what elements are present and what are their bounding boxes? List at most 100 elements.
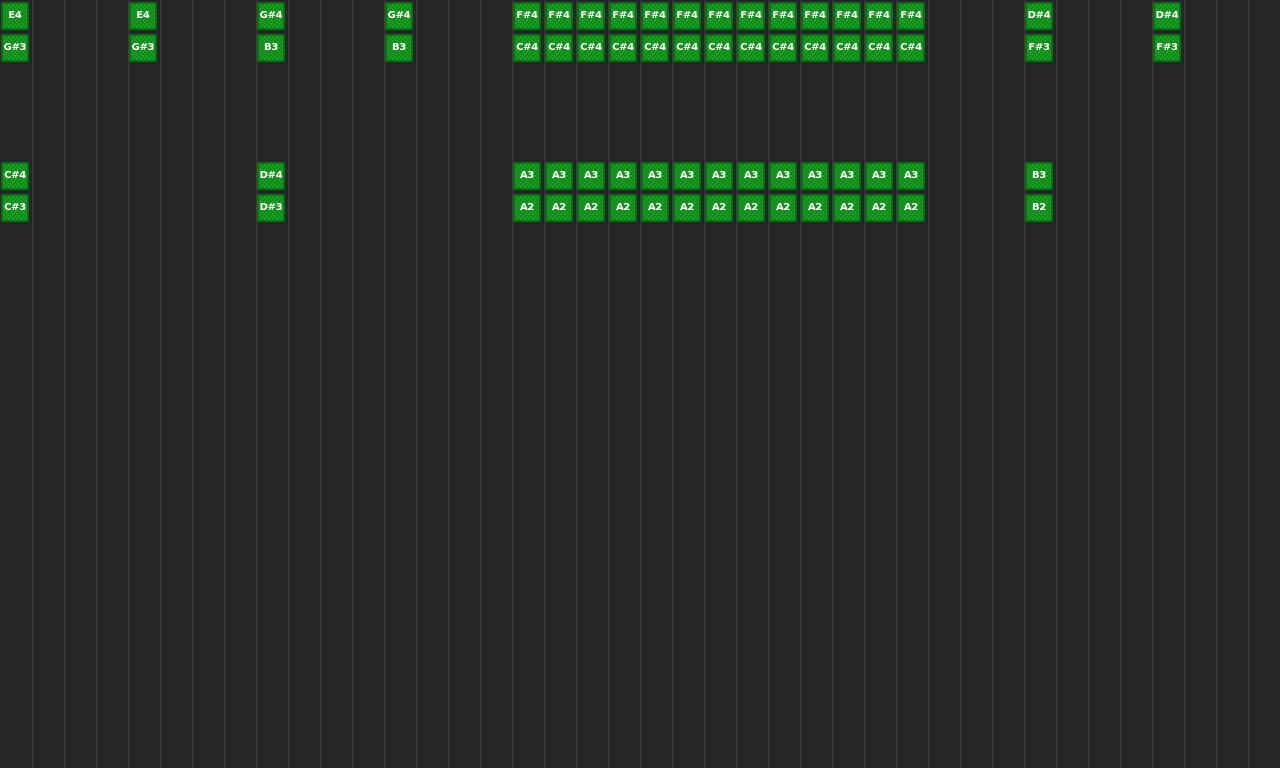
grid-column-line: [1152, 0, 1153, 768]
note-block[interactable]: C#3: [1, 194, 29, 222]
note-block[interactable]: G#3: [1, 34, 29, 62]
note-block[interactable]: A3: [609, 162, 637, 190]
note-block[interactable]: A2: [833, 194, 861, 222]
note-block[interactable]: C#4: [1, 162, 29, 190]
note-block[interactable]: F#4: [801, 2, 829, 30]
note-block[interactable]: F#4: [865, 2, 893, 30]
grid-column-line: [96, 0, 97, 768]
grid-column-line: [480, 0, 481, 768]
note-block[interactable]: A3: [705, 162, 733, 190]
note-block[interactable]: B2: [1025, 194, 1053, 222]
note-block[interactable]: C#4: [673, 34, 701, 62]
note-block[interactable]: D#4: [257, 162, 285, 190]
note-block[interactable]: A2: [577, 194, 605, 222]
note-block[interactable]: A2: [673, 194, 701, 222]
note-block[interactable]: A2: [769, 194, 797, 222]
note-block[interactable]: A2: [513, 194, 541, 222]
note-block[interactable]: A3: [769, 162, 797, 190]
grid-column-line: [1024, 0, 1025, 768]
note-block[interactable]: A3: [801, 162, 829, 190]
note-block[interactable]: G#4: [257, 2, 285, 30]
note-block[interactable]: F#3: [1153, 34, 1181, 62]
grid-column-line: [1184, 0, 1185, 768]
grid-column-line: [640, 0, 641, 768]
grid-column-line: [384, 0, 385, 768]
note-block[interactable]: A2: [897, 194, 925, 222]
note-block[interactable]: G#3: [129, 34, 157, 62]
note-block[interactable]: F#4: [769, 2, 797, 30]
grid-column-line: [1216, 0, 1217, 768]
note-block[interactable]: F#4: [897, 2, 925, 30]
note-block[interactable]: A3: [577, 162, 605, 190]
note-block[interactable]: G#4: [385, 2, 413, 30]
note-block[interactable]: B3: [385, 34, 413, 62]
note-block[interactable]: A2: [865, 194, 893, 222]
note-block[interactable]: E4: [129, 2, 157, 30]
note-block[interactable]: A3: [897, 162, 925, 190]
note-block[interactable]: B3: [257, 34, 285, 62]
grid-column-line: [896, 0, 897, 768]
grid-column-line: [1248, 0, 1249, 768]
note-block[interactable]: C#4: [513, 34, 541, 62]
note-block[interactable]: A2: [609, 194, 637, 222]
grid-column-line: [544, 0, 545, 768]
note-block[interactable]: A3: [833, 162, 861, 190]
grid-column-line: [32, 0, 33, 768]
note-block[interactable]: C#4: [897, 34, 925, 62]
grid-column-line: [192, 0, 193, 768]
note-block[interactable]: A2: [737, 194, 765, 222]
note-block[interactable]: A3: [513, 162, 541, 190]
note-block[interactable]: C#4: [769, 34, 797, 62]
grid-column-line: [608, 0, 609, 768]
note-block[interactable]: A2: [641, 194, 669, 222]
note-block[interactable]: C#4: [737, 34, 765, 62]
note-block[interactable]: C#4: [705, 34, 733, 62]
grid-column-line: [1056, 0, 1057, 768]
grid-column-line: [224, 0, 225, 768]
grid-column-line: [1120, 0, 1121, 768]
grid-column-line: [416, 0, 417, 768]
grid-column-line: [832, 0, 833, 768]
note-block[interactable]: F#4: [673, 2, 701, 30]
grid-column-line: [768, 0, 769, 768]
note-block[interactable]: A2: [545, 194, 573, 222]
note-block[interactable]: D#3: [257, 194, 285, 222]
note-block[interactable]: F#3: [1025, 34, 1053, 62]
note-block[interactable]: C#4: [545, 34, 573, 62]
grid-column-line: [864, 0, 865, 768]
note-block[interactable]: A2: [705, 194, 733, 222]
note-block[interactable]: C#4: [577, 34, 605, 62]
grid-column-line: [928, 0, 929, 768]
piano-roll-grid[interactable]: E4 G#3 C#4 C#3 E4 G#3 G#4 B3 D#4 D#3 G#4 B3 F#4 F#4 F#…: [0, 0, 1280, 768]
note-block[interactable]: F#4: [705, 2, 733, 30]
note-block[interactable]: F#4: [513, 2, 541, 30]
grid-column-line: [672, 0, 673, 768]
note-block[interactable]: F#4: [609, 2, 637, 30]
grid-column-line: [960, 0, 961, 768]
grid-column-line: [160, 0, 161, 768]
note-block[interactable]: C#4: [609, 34, 637, 62]
note-block[interactable]: C#4: [641, 34, 669, 62]
note-block[interactable]: A3: [641, 162, 669, 190]
note-block[interactable]: F#4: [577, 2, 605, 30]
grid-column-line: [576, 0, 577, 768]
note-block[interactable]: C#4: [801, 34, 829, 62]
grid-column-line: [512, 0, 513, 768]
note-block[interactable]: F#4: [641, 2, 669, 30]
note-block[interactable]: F#4: [833, 2, 861, 30]
note-block[interactable]: A3: [673, 162, 701, 190]
note-block[interactable]: A2: [801, 194, 829, 222]
note-block[interactable]: E4: [1, 2, 29, 30]
grid-column-line: [448, 0, 449, 768]
note-block[interactable]: F#4: [737, 2, 765, 30]
note-block[interactable]: D#4: [1153, 2, 1181, 30]
note-block[interactable]: D#4: [1025, 2, 1053, 30]
note-block[interactable]: C#4: [865, 34, 893, 62]
note-block[interactable]: A3: [737, 162, 765, 190]
grid-column-line: [256, 0, 257, 768]
note-block[interactable]: F#4: [545, 2, 573, 30]
note-block[interactable]: A3: [865, 162, 893, 190]
note-block[interactable]: A3: [545, 162, 573, 190]
note-block[interactable]: C#4: [833, 34, 861, 62]
note-block[interactable]: B3: [1025, 162, 1053, 190]
